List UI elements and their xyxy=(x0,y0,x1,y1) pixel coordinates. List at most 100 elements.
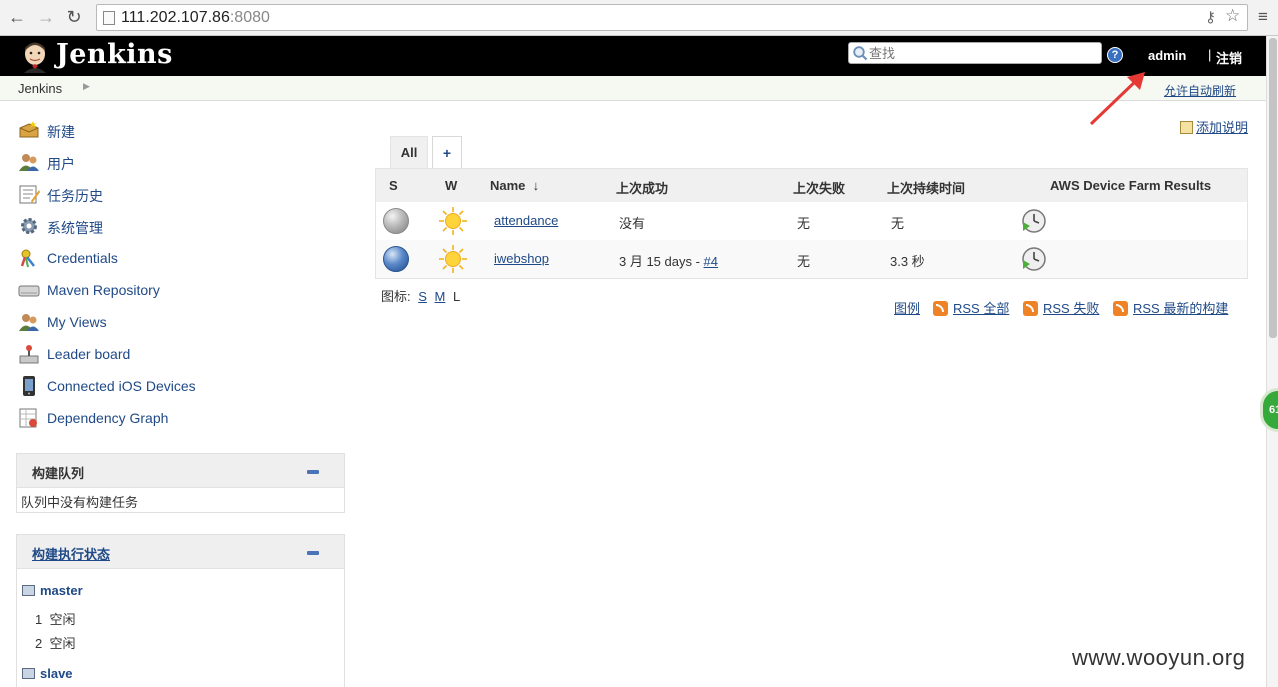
build-queue-panel: 构建队列 队列中没有构建任务 xyxy=(16,453,345,513)
table-row: iwebshop 3 月 15 days - #4 无 3.3 秒 xyxy=(376,240,1247,278)
node-name: slave xyxy=(40,666,73,681)
last-success: 没有 xyxy=(619,216,646,231)
col-weather[interactable]: W xyxy=(445,178,457,193)
user-link[interactable]: admin xyxy=(1148,48,1186,63)
key-icon[interactable]: ⚷ xyxy=(1205,8,1216,26)
rss-icon xyxy=(1113,301,1128,316)
last-success-text: 3 月 15 days - xyxy=(619,254,704,269)
col-name-label: Name xyxy=(490,178,526,193)
sunny-icon xyxy=(439,207,467,235)
sidebar-item-label: 新建 xyxy=(47,124,75,140)
build-history-icon xyxy=(19,185,40,204)
rss-latest-link[interactable]: RSS 最新的构建 xyxy=(1113,298,1228,317)
executor-row: 1 空闲 xyxy=(35,609,75,628)
collapse-icon[interactable] xyxy=(307,551,319,555)
jenkins-butler-icon[interactable] xyxy=(18,39,52,73)
breadcrumb-chevron-icon[interactable]: ▶ xyxy=(83,81,90,92)
build-number-link[interactable]: #4 xyxy=(704,254,718,269)
collapse-icon[interactable] xyxy=(307,470,319,474)
col-last-duration[interactable]: 上次持续时间 xyxy=(887,178,965,197)
sidebar-item-label: Leader board xyxy=(47,346,131,362)
rss-icon xyxy=(1023,301,1038,316)
rss-latest-label: RSS 最新的构建 xyxy=(1133,301,1229,316)
logout-link[interactable]: 注销 xyxy=(1216,48,1242,67)
annotation-arrow-icon xyxy=(1089,72,1145,126)
breadcrumb-jenkins[interactable]: Jenkins xyxy=(18,81,62,96)
icon-size-selector: 图标: S M L xyxy=(381,286,460,305)
new-item-icon xyxy=(19,121,39,138)
icon-size-small[interactable]: S xyxy=(418,289,427,304)
sidebar-item-label: Credentials xyxy=(47,250,118,266)
icon-size-label: 图标: xyxy=(381,289,411,304)
users-icon xyxy=(19,154,39,171)
job-name-link[interactable]: iwebshop xyxy=(494,251,549,266)
bookmark-star-icon[interactable]: ☆ xyxy=(1225,6,1240,26)
legend-link[interactable]: 图例 xyxy=(894,298,920,317)
icon-size-medium[interactable]: M xyxy=(435,289,446,304)
sunny-icon xyxy=(439,245,467,273)
jobs-table: S W Name ↓ 上次成功 上次失败 上次持续时间 AWS Device F… xyxy=(375,168,1248,279)
last-failure: 无 xyxy=(797,254,811,269)
node-name: master xyxy=(40,583,83,598)
last-success: 3 月 15 days - #4 xyxy=(619,251,718,270)
rss-icon xyxy=(933,301,948,316)
executor-number: 2 xyxy=(35,636,43,651)
aws-schedule-build-icon[interactable] xyxy=(1021,208,1047,234)
sidebar-item-label: 任务历史 xyxy=(47,188,103,204)
col-status[interactable]: S xyxy=(389,178,398,193)
executor-status-header: 构建执行状态 xyxy=(17,535,344,569)
col-last-success[interactable]: 上次成功 xyxy=(616,178,668,197)
edit-note-icon xyxy=(1180,121,1193,134)
add-description-link[interactable]: 添加说明 xyxy=(1180,117,1248,136)
back-arrow-icon[interactable]: ← xyxy=(6,6,28,28)
sidebar-item-label: Maven Repository xyxy=(47,282,160,298)
menu-icon[interactable]: ≡ xyxy=(1252,6,1274,28)
sidebar-item-label: Connected iOS Devices xyxy=(47,378,196,394)
status-ball-icon xyxy=(383,208,409,234)
add-description-label: 添加说明 xyxy=(1196,120,1249,135)
build-queue-header: 构建队列 xyxy=(17,454,344,488)
search-input[interactable] xyxy=(869,44,1097,62)
tab-new-view[interactable]: + xyxy=(432,136,462,168)
page-icon xyxy=(103,11,115,25)
url-port: :8080 xyxy=(229,9,270,26)
floating-badge[interactable]: 61 xyxy=(1260,388,1278,432)
browser-toolbar: ← → ↻ 111.202.107.86:8080 ⚷ ☆ ≡ xyxy=(0,0,1278,36)
col-aws-results[interactable]: AWS Device Farm Results xyxy=(1050,178,1211,193)
address-bar[interactable]: 111.202.107.86:8080 ⚷ ☆ xyxy=(96,4,1248,31)
my-views-icon xyxy=(19,314,39,331)
forward-arrow-icon[interactable]: → xyxy=(35,6,57,28)
scrollbar-thumb[interactable] xyxy=(1269,38,1277,338)
breadcrumb: Jenkins ▶ xyxy=(0,76,1266,101)
search-box[interactable] xyxy=(848,42,1102,64)
sort-down-icon: ↓ xyxy=(532,178,540,193)
leader-board-icon xyxy=(19,345,39,364)
status-ball-icon xyxy=(383,246,409,272)
executor-state: 空闲 xyxy=(49,636,76,651)
aws-schedule-build-icon[interactable] xyxy=(1021,246,1047,272)
node-master[interactable]: master xyxy=(22,583,83,598)
auto-refresh-link[interactable]: 允许自动刷新 xyxy=(1164,82,1236,99)
tab-all[interactable]: All xyxy=(390,136,428,168)
jenkins-logo-text[interactable]: Jenkins xyxy=(56,39,173,70)
executor-row: 2 空闲 xyxy=(35,633,75,652)
header-separator: | xyxy=(1208,47,1212,62)
vertical-scrollbar[interactable] xyxy=(1266,36,1278,687)
jenkins-header: Jenkins ? admin | 注销 xyxy=(0,36,1266,76)
rss-all-link[interactable]: RSS 全部 xyxy=(933,298,1009,317)
credentials-key-icon xyxy=(20,249,35,268)
reload-icon[interactable]: ↻ xyxy=(63,6,85,28)
col-name[interactable]: Name ↓ xyxy=(490,178,539,193)
dependency-graph-icon xyxy=(19,408,37,428)
executor-status-title[interactable]: 构建执行状态 xyxy=(32,544,110,563)
rss-failed-label: RSS 失败 xyxy=(1043,301,1100,316)
node-slave[interactable]: slave xyxy=(22,666,73,681)
last-duration: 3.3 秒 xyxy=(890,254,925,269)
sidebar-item-label: 系统管理 xyxy=(47,220,103,236)
col-last-failure[interactable]: 上次失败 xyxy=(793,178,845,197)
job-name-link[interactable]: attendance xyxy=(494,213,558,228)
url-text[interactable]: 111.202.107.86:8080 xyxy=(121,9,270,27)
rss-all-label: RSS 全部 xyxy=(953,301,1010,316)
rss-failed-link[interactable]: RSS 失败 xyxy=(1023,298,1099,317)
help-icon[interactable]: ? xyxy=(1107,47,1123,63)
